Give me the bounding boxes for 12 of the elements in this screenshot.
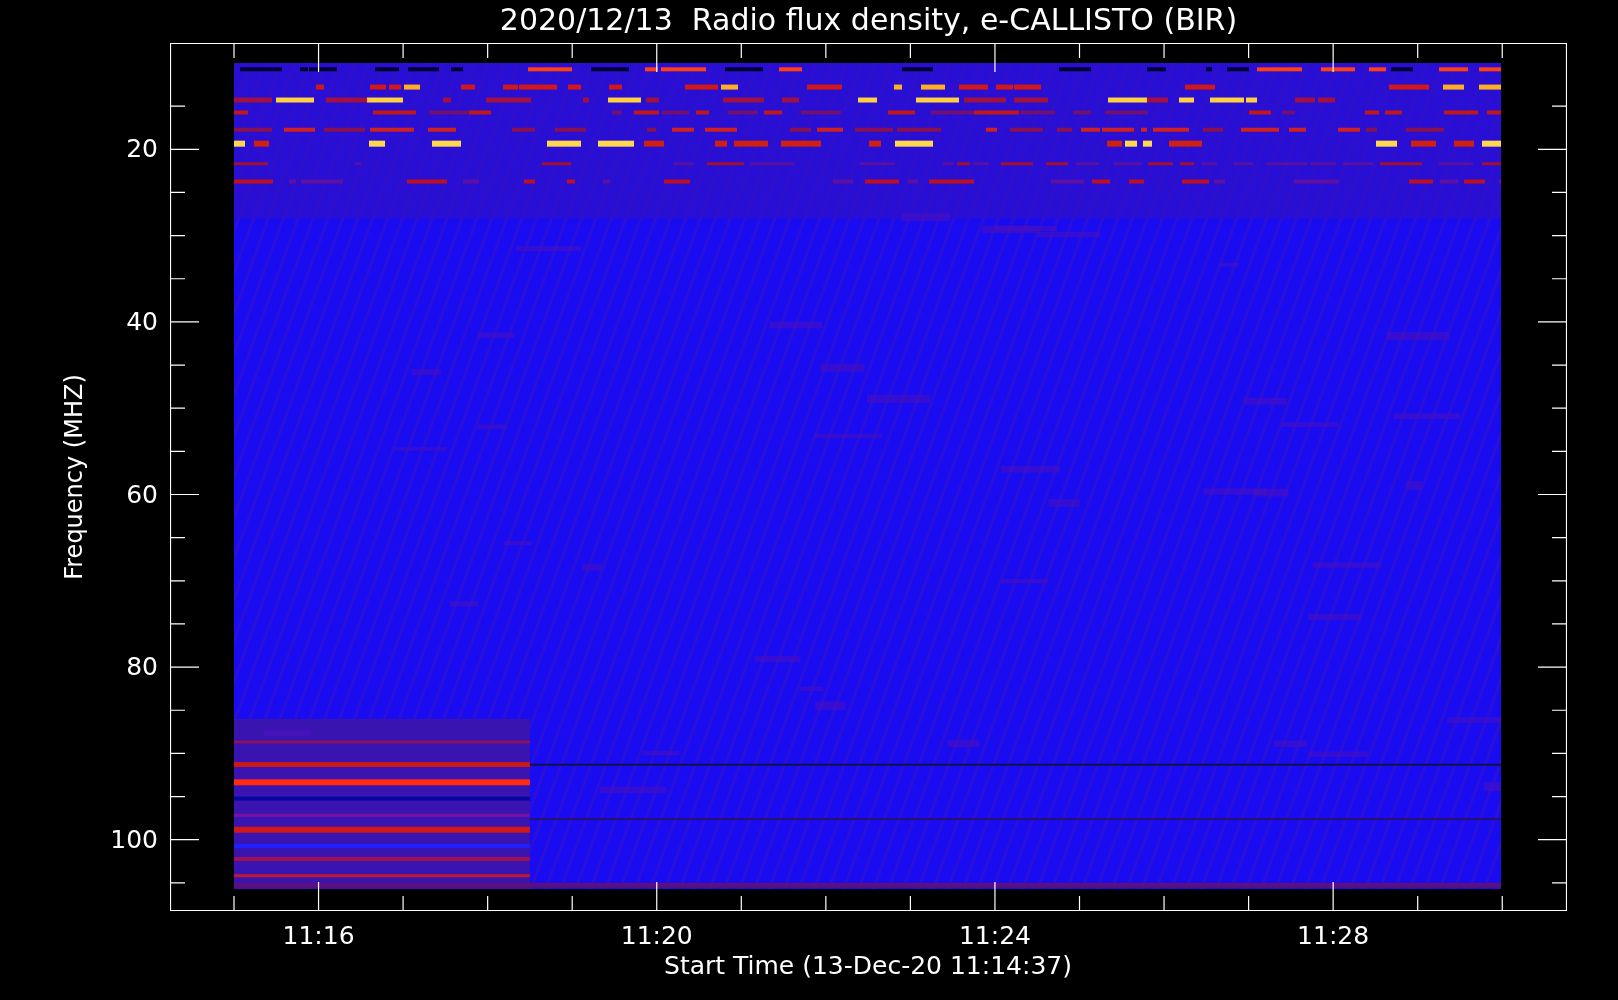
y-tick-label: 40	[126, 306, 158, 337]
y-tick-label: 100	[110, 824, 158, 855]
chart-title: 2020/12/13 Radio flux density, e-CALLISTO (BIR)	[498, 1, 1239, 38]
y-axis-title: Frequency (MHZ)	[60, 374, 88, 580]
x-tick-label: 11:20	[620, 921, 693, 951]
x-tick-label: 11:16	[282, 921, 355, 951]
x-tick-label: 11:24	[958, 921, 1031, 951]
y-tick-label: 80	[126, 652, 158, 683]
x-tick-label: 11:28	[1297, 921, 1370, 951]
y-tick-label: 20	[126, 134, 158, 165]
y-tick-label: 60	[126, 479, 158, 510]
x-axis-title: Start Time (13-Dec-20 11:14:37)	[664, 951, 1072, 981]
